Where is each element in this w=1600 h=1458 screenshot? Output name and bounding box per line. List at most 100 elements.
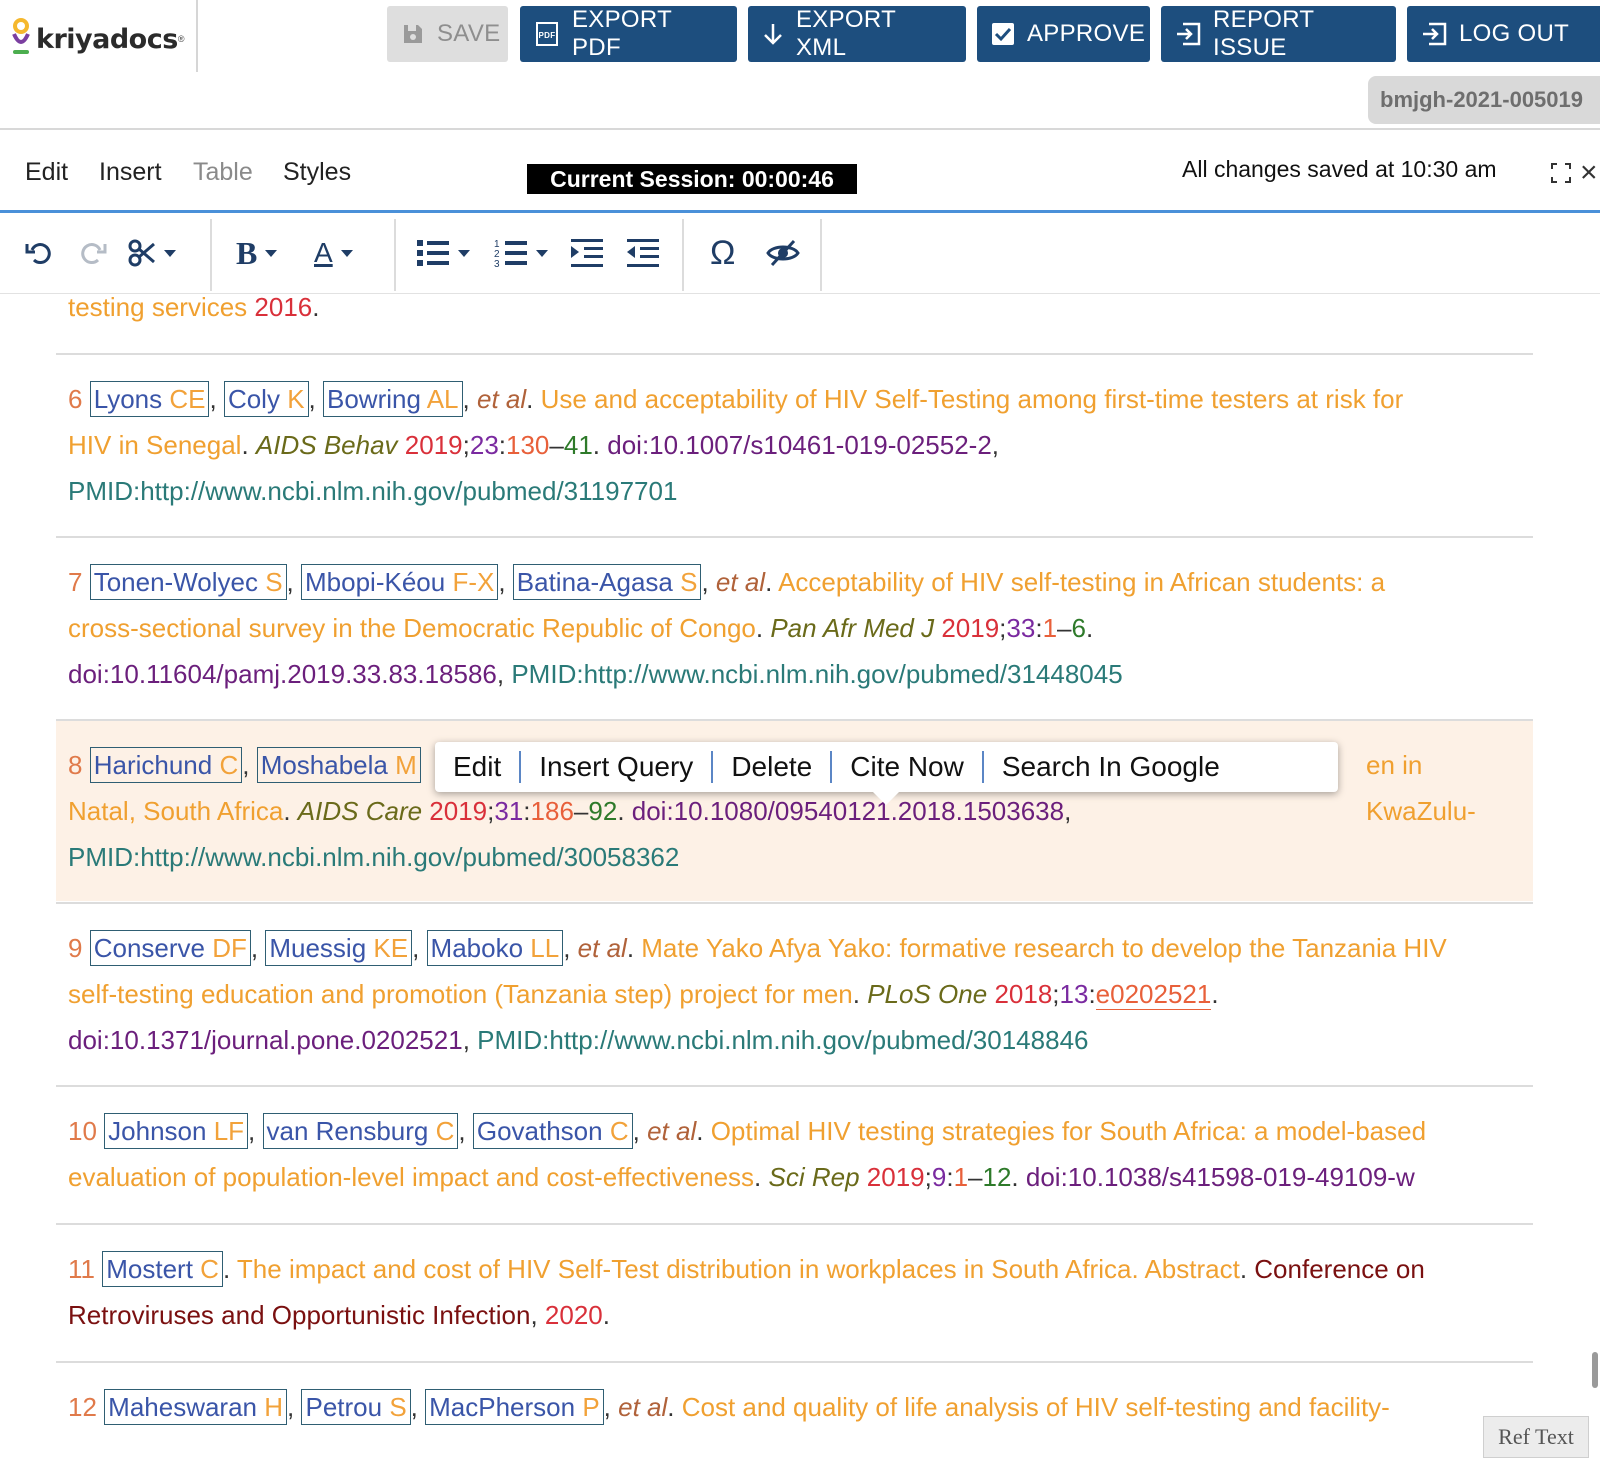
reference-7[interactable]: 7 Tonen-Wolyec S, Mbopi-Kéou F-X, Batina…	[56, 559, 1533, 697]
context-edit[interactable]: Edit	[435, 751, 522, 783]
ref-year: 2019	[941, 613, 1000, 643]
author-initials: P	[582, 1392, 600, 1422]
redo-icon	[81, 243, 107, 265]
menu-insert[interactable]: Insert	[99, 158, 162, 187]
author-tag[interactable]: Moshabela M	[256, 747, 421, 783]
ref-title: Cost and quality of life analysis of HIV…	[681, 1392, 1390, 1422]
reference-11[interactable]: 11 Mostert C. The impact and cost of HIV…	[56, 1246, 1533, 1338]
report-issue-label: REPORT ISSUE	[1213, 6, 1314, 61]
context-cite-now[interactable]: Cite Now	[832, 751, 984, 783]
reference-6[interactable]: 6 Lyons CE, Coly K, Bowring AL, et al. U…	[56, 376, 1533, 514]
export-pdf-label: EXPORT PDF	[572, 6, 672, 61]
ref-volume: 33	[1006, 613, 1036, 643]
author-tag[interactable]: Bowring AL	[322, 381, 463, 417]
ref-number: 11	[68, 1254, 95, 1284]
author-initials: C	[609, 1116, 629, 1146]
author-tag[interactable]: Lyons CE	[89, 381, 210, 417]
log-out-button[interactable]: LOG OUT	[1407, 6, 1600, 62]
author-tag[interactable]: Maheswaran H	[104, 1389, 288, 1425]
ref-elocation: e0202521	[1095, 979, 1212, 1010]
author-tag[interactable]: Harichund C	[89, 747, 243, 783]
author-tag[interactable]: Muessig KE	[265, 930, 413, 966]
context-delete[interactable]: Delete	[713, 751, 833, 783]
indent-button[interactable]	[570, 235, 604, 271]
chevron-down-icon	[536, 249, 548, 257]
ref-journal: PLoS One	[867, 979, 988, 1009]
log-out-icon	[1421, 22, 1447, 46]
author-tag[interactable]: Mbopi-Kéou F-X	[301, 564, 499, 600]
omega-icon: Ω	[710, 233, 736, 272]
menu-edit[interactable]: Edit	[25, 158, 68, 187]
author-surname: Coly	[227, 384, 280, 414]
ref-last-page: 12	[982, 1162, 1012, 1192]
author-tag[interactable]: MacPherson P	[425, 1389, 604, 1425]
author-surname: Bowring	[326, 384, 421, 414]
numbered-list-dropdown[interactable]: 123	[494, 235, 548, 271]
author-initials: DF	[212, 933, 247, 963]
numbered-list-icon: 123	[494, 239, 527, 269]
ref-title: Acceptability of HIV self-testing in Afr…	[778, 567, 1386, 597]
save-button[interactable]: SAVE	[387, 6, 508, 62]
reference-10[interactable]: 10 Johnson LF, van Rensburg C, Govathson…	[56, 1108, 1533, 1200]
ref-etal: et al	[577, 933, 627, 963]
ref-last-page: 41	[563, 430, 593, 460]
author-tag[interactable]: Conserve DF	[89, 930, 251, 966]
approve-button[interactable]: APPROVE	[977, 6, 1150, 62]
ref-year: 2019	[429, 796, 488, 826]
document-id-badge: bmjgh-2021-005019	[1368, 76, 1600, 124]
reference-5-tail[interactable]: testing services 2016.	[56, 294, 1533, 330]
export-xml-button[interactable]: EXPORT XML	[748, 6, 966, 62]
author-initials: M	[395, 750, 417, 780]
save-label: SAVE	[437, 20, 501, 47]
scissors-icon	[128, 239, 155, 267]
close-icon[interactable]: ×	[1580, 158, 1598, 188]
bullet-list-dropdown[interactable]	[416, 235, 470, 271]
ref-title: Use and acceptability of HIV Self-Testin…	[540, 384, 1404, 414]
outdent-button[interactable]	[626, 235, 660, 271]
report-issue-button[interactable]: REPORT ISSUE	[1161, 6, 1396, 62]
ref-number: 10	[68, 1116, 97, 1146]
author-initials: LF	[213, 1116, 245, 1146]
format-toolbar: B A 123 Ω	[0, 213, 1600, 294]
reference-12[interactable]: 12 Maheswaran H, Petrou S, MacPherson P,…	[56, 1384, 1533, 1430]
arrow-down-icon	[762, 22, 784, 46]
author-tag[interactable]: Govathson C	[472, 1113, 633, 1149]
ref-title-cont: self-testing education and promotion (Ta…	[68, 979, 853, 1009]
special-character-button[interactable]: Ω	[710, 233, 736, 272]
menu-styles[interactable]: Styles	[283, 158, 351, 187]
undo-button[interactable]	[24, 235, 54, 271]
ref-doi: doi:10.1038/s41598-019-49109-w	[1025, 1162, 1415, 1192]
bold-dropdown[interactable]: B	[236, 235, 278, 271]
hide-tracking-button[interactable]	[766, 235, 800, 271]
reference-divider	[56, 1223, 1533, 1225]
cut-dropdown[interactable]	[128, 235, 176, 271]
author-tag[interactable]: Tonen-Wolyec S	[89, 564, 287, 600]
author-tag[interactable]: Petrou S	[301, 1389, 411, 1425]
author-tag[interactable]: Johnson LF	[104, 1113, 249, 1149]
context-search-in-google[interactable]: Search In Google	[984, 751, 1238, 783]
ref-etal: et al	[715, 567, 766, 597]
export-pdf-button[interactable]: PDF EXPORT PDF	[520, 6, 737, 62]
ref-text-tab[interactable]: Ref Text	[1483, 1416, 1589, 1458]
author-initials: H	[264, 1392, 284, 1422]
context-insert-query[interactable]: Insert Query	[521, 751, 714, 783]
reference-context-menu: Edit Insert Query Delete Cite Now Search…	[435, 742, 1338, 792]
fullscreen-icon[interactable]	[1550, 162, 1572, 184]
redo-button[interactable]	[78, 235, 108, 271]
scrollbar-thumb[interactable]	[1592, 1352, 1598, 1388]
font-color-dropdown[interactable]: A	[314, 235, 353, 271]
ref-title-cont: HIV in Senegal	[68, 430, 242, 460]
author-surname: Conserve	[93, 933, 205, 963]
menu-table[interactable]: Table	[193, 158, 253, 187]
eye-slash-icon	[766, 239, 800, 267]
author-tag[interactable]: Mostert C	[102, 1251, 223, 1287]
reference-9[interactable]: 9 Conserve DF, Muessig KE, Maboko LL, et…	[56, 925, 1533, 1063]
author-tag[interactable]: Coly K	[223, 381, 309, 417]
author-tag[interactable]: Batina-Agasa S	[512, 564, 702, 600]
ref-volume: 9	[931, 1162, 947, 1192]
ref-journal: AIDS Care	[297, 796, 423, 826]
author-tag[interactable]: Maboko LL	[426, 930, 564, 966]
author-surname: Maheswaran	[108, 1392, 258, 1422]
author-tag[interactable]: van Rensburg C	[262, 1113, 459, 1149]
ref-etal: et al	[476, 384, 527, 414]
